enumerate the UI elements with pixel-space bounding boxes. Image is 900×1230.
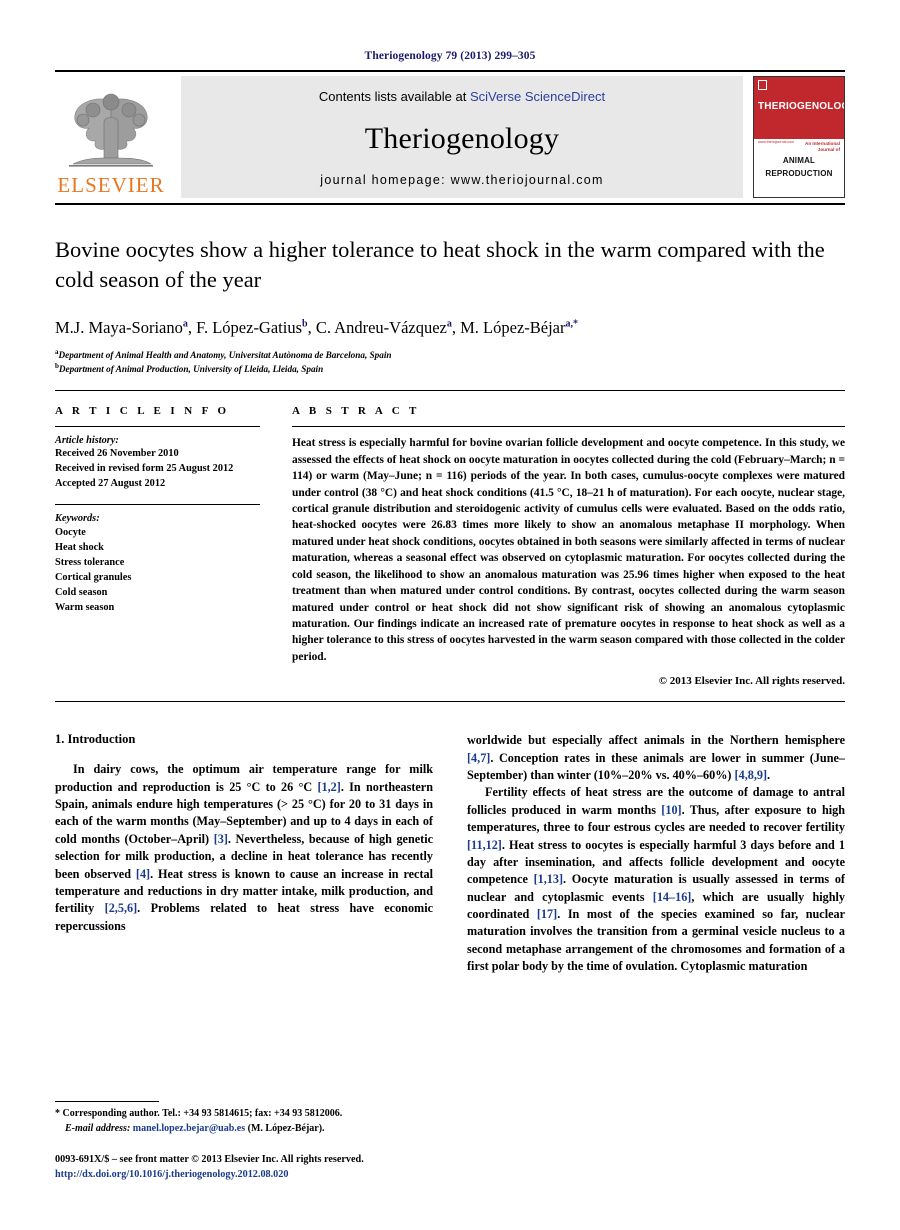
paragraph: worldwide but especially affect animals … xyxy=(467,733,845,783)
cover-middle-row: www.theriojournal.com An International J… xyxy=(754,139,844,152)
keyword-item: Cortical granules xyxy=(55,572,132,584)
title-block: Bovine oocytes show a higher tolerance t… xyxy=(55,205,845,376)
contents-prefix: Contents lists available at xyxy=(318,89,470,104)
footnote-rule xyxy=(55,1101,159,1103)
elsevier-wordmark: ELSEVIER xyxy=(57,173,165,197)
citation-ref[interactable]: [11,12] xyxy=(467,838,502,852)
keyword-item: Stress tolerance xyxy=(55,557,125,569)
author-name: F. López-Gatius xyxy=(196,317,303,337)
affiliation-text: Department of Animal Production, Univers… xyxy=(58,364,324,375)
author-affil-mark: a xyxy=(182,318,188,330)
abstract-heading: A B S T R A C T xyxy=(292,405,420,418)
doi-link[interactable]: http://dx.doi.org/10.1016/j.theriogenolo… xyxy=(55,1168,433,1182)
cover-reproduction-label: REPRODUCTION xyxy=(765,168,833,178)
journal-article-page: Theriogenology 79 (2013) 299–305 ELSEVIE… xyxy=(0,0,900,1230)
body-columns: 1. Introduction In dairy cows, the optim… xyxy=(55,732,845,975)
article-history-label: Article history: xyxy=(55,435,119,447)
cover-top-band: THERIOGENOLOGY xyxy=(754,77,844,139)
masthead-center-panel: Contents lists available at SciVerse Sci… xyxy=(181,76,743,198)
email-link[interactable]: manel.lopez.bejar@uab.es xyxy=(133,1123,245,1134)
body-column-left: 1. Introduction In dairy cows, the optim… xyxy=(55,732,433,975)
journal-masthead: ELSEVIER Contents lists available at Sci… xyxy=(55,76,845,198)
keyword-item: Heat shock xyxy=(55,542,104,554)
journal-cover-thumbnail[interactable]: THERIOGENOLOGY www.theriojournal.com An … xyxy=(753,76,845,198)
email-note: E-mail address: manel.lopez.bejar@uab.es… xyxy=(55,1122,433,1137)
cover-journal-title: THERIOGENOLOGY xyxy=(758,101,844,112)
cover-international-label: An International Journal of xyxy=(805,141,840,152)
article-info-column: A R T I C L E I N F O Article history: R… xyxy=(55,405,260,687)
cover-bottom-area: ANIMAL REPRODUCTION xyxy=(754,152,844,197)
affiliation-text: Department of Animal Health and Anatomy,… xyxy=(58,350,392,361)
citation-ref[interactable]: [4,8,9] xyxy=(735,768,768,782)
cover-url: www.theriojournal.com xyxy=(758,140,795,144)
author-affil-mark: a xyxy=(446,318,452,330)
paragraph: Fertility effects of heat stress are the… xyxy=(467,785,845,974)
author-list: M.J. Maya-Sorianoa, F. López-Gatiusb, C.… xyxy=(55,317,579,337)
contents-available-line: Contents lists available at SciVerse Sci… xyxy=(319,89,605,104)
affiliation: aDepartment of Animal Health and Anatomy… xyxy=(55,348,845,362)
issn-line: 0093-691X/$ – see front matter © 2013 El… xyxy=(55,1154,364,1166)
article-info-divider xyxy=(55,504,260,506)
copyright-line: © 2013 Elsevier Inc. All rights reserved… xyxy=(658,675,845,688)
running-head: Theriogenology 79 (2013) 299–305 xyxy=(364,50,536,62)
abstract-bottom-rule xyxy=(55,701,845,703)
article-history-item: Received in revised form 25 August 2012 xyxy=(55,462,234,474)
citation-ref[interactable]: [3] xyxy=(214,832,228,846)
footnote-area: * Corresponding author. Tel.: +34 93 581… xyxy=(55,1101,433,1182)
elsevier-logo: ELSEVIER xyxy=(55,76,167,198)
article-info-rule: Article history: Received 26 November 20… xyxy=(55,426,260,491)
citation-ref[interactable]: [1,13] xyxy=(534,872,563,886)
paragraph: In dairy cows, the optimum air temperatu… xyxy=(55,762,433,933)
elsevier-tree-icon xyxy=(69,93,153,167)
page-title: Bovine oocytes show a higher tolerance t… xyxy=(55,237,825,292)
citation-ref[interactable]: [17] xyxy=(537,907,557,921)
journal-title: Theriogenology xyxy=(364,121,560,155)
journal-homepage-line[interactable]: journal homepage: www.theriojournal.com xyxy=(320,173,603,187)
issn-block: 0093-691X/$ – see front matter © 2013 El… xyxy=(55,1152,433,1182)
email-label: E-mail address: xyxy=(65,1122,131,1134)
article-history-item: Accepted 27 August 2012 xyxy=(55,477,166,489)
author-name: M.J. Maya-Soriano xyxy=(55,317,183,337)
sciencedirect-link[interactable]: SciVerse ScienceDirect xyxy=(470,89,605,104)
corresponding-author-note: * Corresponding author. Tel.: +34 93 581… xyxy=(55,1108,343,1120)
cover-animal-label: ANIMAL xyxy=(782,156,816,166)
article-info-heading: A R T I C L E I N F O xyxy=(55,405,230,418)
article-history-item: Received 26 November 2010 xyxy=(55,448,179,460)
email-owner: (M. López-Béjar). xyxy=(247,1122,325,1134)
cover-intl-line1: An International xyxy=(805,141,840,146)
keyword-item: Cold season xyxy=(55,587,108,599)
section-heading-introduction: 1. Introduction xyxy=(55,732,136,747)
citation-ref[interactable]: [1,2] xyxy=(317,780,340,794)
keyword-item: Oocyte xyxy=(55,527,86,539)
body-column-right: worldwide but especially affect animals … xyxy=(467,732,845,975)
masthead-top-rule xyxy=(55,70,845,72)
abstract-rule: Heat stress is especially harmful for bo… xyxy=(292,426,845,687)
abstract-column: A B S T R A C T Heat stress is especiall… xyxy=(292,405,845,687)
affiliation: bDepartment of Animal Production, Univer… xyxy=(55,362,845,376)
affiliation-list: aDepartment of Animal Health and Anatomy… xyxy=(55,348,845,376)
abstract-text: Heat stress is especially harmful for bo… xyxy=(292,437,845,663)
info-abstract-section: A R T I C L E I N F O Article history: R… xyxy=(55,405,845,687)
citation-ref[interactable]: [4] xyxy=(136,867,150,881)
author-name: C. Andreu-Vázquez xyxy=(315,317,447,337)
citation-ref[interactable]: [2,5,6] xyxy=(105,901,138,915)
cover-logo-mark-icon xyxy=(758,80,767,90)
title-bottom-rule xyxy=(55,390,845,392)
author-affil-mark: a,* xyxy=(565,318,579,330)
keyword-item: Warm season xyxy=(55,602,115,614)
citation-ref[interactable]: [4,7] xyxy=(467,751,490,765)
author-affil-mark: b xyxy=(302,318,308,330)
citation-ref[interactable]: [10] xyxy=(661,803,681,817)
keywords-label: Keywords: xyxy=(55,513,100,525)
citation-ref[interactable]: [14–16] xyxy=(653,890,692,904)
author-name: M. López-Béjar xyxy=(460,317,566,337)
